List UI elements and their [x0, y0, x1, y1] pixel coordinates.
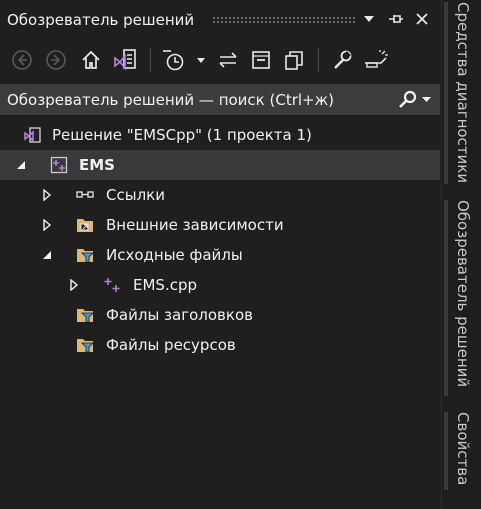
- toolbar: [0, 40, 440, 80]
- references-icon: [76, 191, 94, 198]
- tree-row-project[interactable]: EMS: [0, 150, 440, 180]
- sync-active-document-button[interactable]: [216, 48, 240, 72]
- tab-properties[interactable]: Свойства: [454, 412, 472, 485]
- toolbar-separator: [318, 48, 319, 72]
- title-bar: Обозреватель решений: [0, 0, 440, 38]
- back-icon: [12, 50, 32, 70]
- preview-icon: [365, 50, 388, 68]
- pending-changes-filter-button[interactable]: [160, 48, 208, 72]
- collapsed-arrow-icon[interactable]: [40, 218, 54, 232]
- external-dependencies-label: Внешние зависимости: [106, 216, 284, 234]
- properties-icon: [334, 50, 352, 69]
- external-dependencies-icon: [77, 219, 93, 232]
- home-icon: [82, 50, 100, 69]
- expanded-arrow-icon[interactable]: [14, 158, 28, 172]
- search-button[interactable]: [398, 90, 436, 110]
- forward-icon: [46, 50, 66, 70]
- tab-diagnostics-tools[interactable]: Средства диагностики: [454, 2, 472, 183]
- close-icon: [416, 13, 428, 25]
- header-files-label: Файлы заголовков: [106, 306, 253, 324]
- tab-solution-explorer[interactable]: Обозреватель решений: [454, 200, 472, 387]
- window-menu-button[interactable]: [359, 9, 379, 29]
- project-label: EMS: [79, 156, 115, 174]
- tree-row-solution[interactable]: Решение "EMSCpp" (1 проекта 1): [0, 120, 440, 150]
- forward-button[interactable]: [44, 48, 68, 72]
- properties-button[interactable]: [330, 48, 354, 72]
- solution-icon: [24, 127, 41, 144]
- search-options-icon: [422, 97, 431, 102]
- side-tab-strip: Средства диагностики Обозреватель решени…: [441, 0, 481, 509]
- filter-folder-icon: [77, 249, 94, 263]
- switch-views-icon: [114, 49, 136, 71]
- references-label: Ссылки: [106, 186, 165, 204]
- collapsed-arrow-icon[interactable]: [67, 278, 81, 292]
- tab-indicator: [444, 2, 448, 184]
- tab-indicator: [444, 200, 448, 396]
- toolbar-separator: [150, 48, 151, 72]
- collapsed-arrow-icon[interactable]: [40, 188, 54, 202]
- tree-row-resource-files[interactable]: Файлы ресурсов: [0, 330, 440, 360]
- sync-active-document-icon: [219, 52, 237, 68]
- pin-icon: [389, 15, 403, 23]
- pin-button[interactable]: [386, 9, 406, 29]
- cpp-file-icon: [104, 278, 120, 292]
- source-files-label: Исходные файлы: [106, 246, 243, 264]
- solution-label: Решение "EMSCpp" (1 проекта 1): [52, 126, 312, 144]
- back-button[interactable]: [10, 48, 34, 72]
- filter-folder-icon: [77, 309, 94, 323]
- show-all-files-icon: [285, 51, 303, 70]
- tree-row-source-files[interactable]: Исходные файлы: [0, 240, 440, 270]
- drag-grip[interactable]: [212, 16, 356, 24]
- tree-row-external-dependencies[interactable]: Внешние зависимости: [0, 210, 440, 240]
- panel-title: Обозреватель решений: [7, 11, 195, 29]
- cpp-project-icon: [50, 156, 68, 174]
- ems-cpp-label: EMS.cpp: [133, 276, 197, 294]
- preview-button[interactable]: [362, 48, 390, 72]
- filter-folder-icon: [77, 339, 94, 353]
- home-button[interactable]: [79, 48, 103, 72]
- collapse-all-button[interactable]: [249, 48, 273, 72]
- search-input[interactable]: Обозреватель решений — поиск (Ctrl+ж): [7, 91, 334, 109]
- expanded-arrow-icon[interactable]: [40, 248, 54, 262]
- collapse-all-icon: [252, 51, 270, 69]
- solution-explorer-panel: Обозреватель решений Обозреватель решени…: [0, 0, 440, 509]
- search-icon: [399, 90, 417, 108]
- tree-row-header-files[interactable]: Файлы заголовков: [0, 300, 440, 330]
- close-button[interactable]: [412, 9, 432, 29]
- switch-views-button[interactable]: [111, 48, 139, 72]
- tab-indicator: [444, 412, 448, 490]
- search-box[interactable]: Обозреватель решений — поиск (Ctrl+ж): [0, 84, 440, 115]
- resource-files-label: Файлы ресурсов: [106, 336, 236, 354]
- pending-changes-filter-icon: [163, 50, 205, 71]
- dropdown-triangle-icon: [364, 16, 374, 22]
- tree-row-ems-cpp[interactable]: EMS.cpp: [0, 270, 440, 300]
- tree-row-references[interactable]: Ссылки: [0, 180, 440, 210]
- show-all-files-button[interactable]: [282, 48, 306, 72]
